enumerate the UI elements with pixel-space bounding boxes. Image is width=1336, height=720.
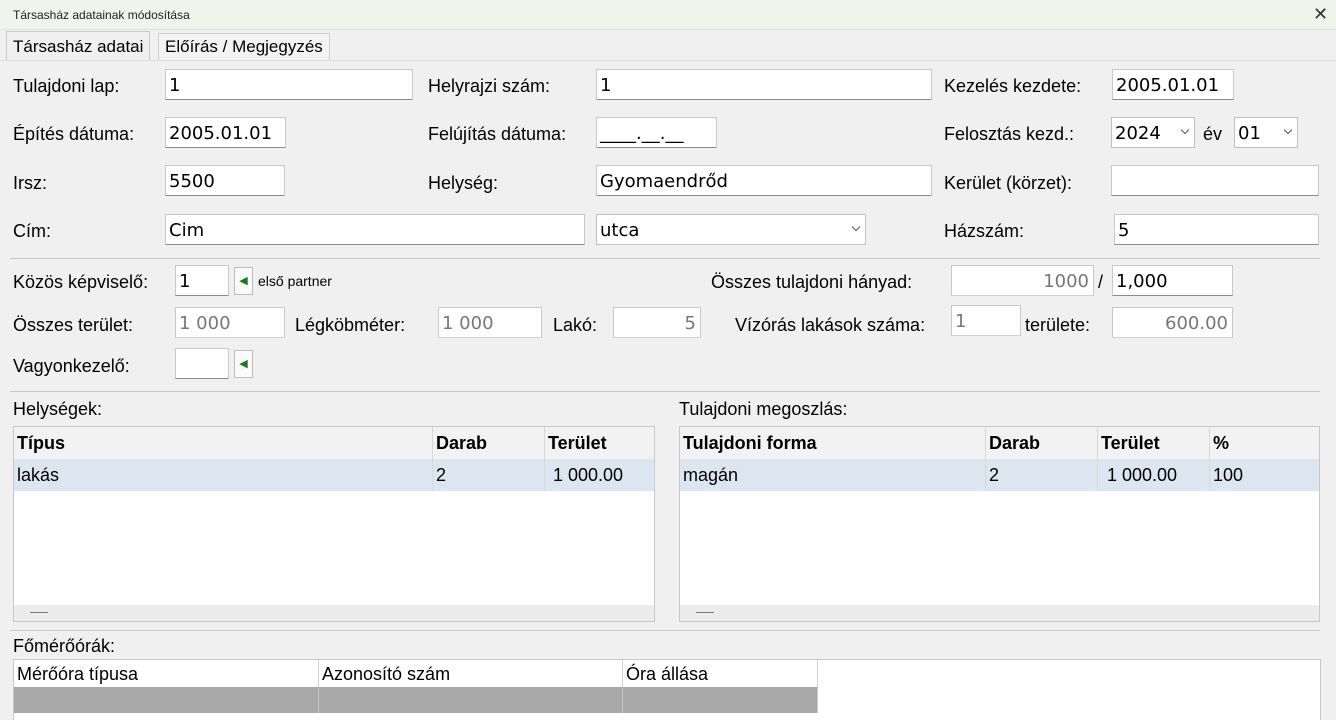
terulete-label: területe: [1025, 315, 1091, 335]
cim-input[interactable]: Cim [165, 214, 585, 245]
felosztas-month-value: 01 [1238, 123, 1261, 144]
vagyonkezelo-label: Vagyonkezelő: [13, 356, 130, 376]
tab-tarsashaz-adatai[interactable]: Társasház adatai [6, 31, 151, 61]
column-header-darab[interactable]: Darab [986, 427, 1098, 459]
grid-footer [14, 605, 654, 621]
helyrajzi-szam-label: Helyrajzi szám: [428, 76, 551, 96]
partner-label: első partner [258, 273, 332, 289]
hazszam-input[interactable]: 5 [1114, 214, 1319, 245]
helyseg-label: Helység: [428, 173, 499, 193]
column-header-percent[interactable]: % [1210, 427, 1319, 459]
tab-eloiras-megjegyzes[interactable]: Előírás / Megjegyzés [158, 33, 330, 60]
column-header-azonosito-szam[interactable]: Azonosító szám [319, 660, 623, 687]
helyrajzi-szam-input[interactable]: 1 [596, 69, 932, 100]
irsz-label: Irsz: [13, 173, 47, 193]
column-header-darab[interactable]: Darab [433, 427, 545, 459]
lako-value: 5 [613, 307, 701, 338]
column-header-terulet[interactable]: Terület [545, 427, 654, 459]
table-row[interactable] [14, 687, 319, 713]
kozos-kepviselo-input[interactable]: 1 [175, 265, 229, 296]
osszes-tulajdoni-hanyad-value: 1000 [951, 265, 1094, 296]
section-divider [10, 391, 1320, 392]
osszes-tulajdoni-hanyad-input[interactable]: 1,000 [1112, 265, 1233, 296]
tulajdoni-megoszlas-grid[interactable]: Tulajdoni forma Darab Terület % magán 2 … [679, 426, 1320, 622]
felosztas-month-select[interactable]: 01 [1234, 117, 1298, 148]
osszes-terulet-label: Összes terület: [13, 315, 134, 335]
helysegek-title: Helységek: [13, 399, 103, 419]
column-header-ora-allasa[interactable]: Óra állása [623, 660, 818, 687]
chevron-down-icon [851, 222, 861, 232]
cim-type-select[interactable]: utca [596, 214, 866, 245]
column-header-terulet[interactable]: Terület [1098, 427, 1210, 459]
felosztas-year-value: 2024 [1115, 123, 1161, 144]
lako-label: Lakó: [553, 315, 598, 335]
felosztas-kezd-label: Felosztás kezd.: [944, 124, 1075, 144]
vizoras-value: 1 [951, 305, 1021, 336]
terulete-value: 600.00 [1112, 307, 1233, 338]
kozos-kepviselo-label: Közös képviselő: [13, 272, 149, 292]
close-icon[interactable]: ✕ [1313, 4, 1328, 24]
column-header-tipus[interactable]: Típus [14, 427, 433, 459]
epites-datuma-input[interactable]: 2005.01.01 [165, 117, 286, 148]
kezeles-kezdete-label: Kezelés kezdete: [944, 76, 1082, 96]
ev-label: év [1203, 124, 1223, 144]
foemeroorak-grid[interactable]: Mérőóra típusa Azonosító szám Óra állása [13, 659, 1321, 720]
table-row-cell-forma[interactable]: magán [680, 459, 986, 491]
dash-icon [696, 612, 714, 613]
cim-type-value: utca [600, 220, 640, 241]
osszes-tulajdoni-hanyad-label: Összes tulajdoni hányad: [711, 272, 913, 292]
dash-icon [30, 612, 48, 613]
table-row-cell-terulet[interactable]: 1 000.00 [545, 459, 654, 491]
helysegek-grid[interactable]: Típus Darab Terület lakás 2 1 000.00 [13, 426, 655, 622]
legkobmeter-label: Légköbméter: [295, 315, 406, 335]
chevron-down-icon [1283, 125, 1293, 135]
table-row-cell-tipus[interactable]: lakás [14, 459, 433, 491]
cim-label: Cím: [13, 221, 51, 241]
helyseg-input[interactable]: Gyomaendrőd [596, 165, 932, 196]
table-row[interactable] [319, 687, 623, 713]
tulajdoni-megoszlas-title: Tulajdoni megoszlás: [679, 399, 848, 419]
arrow-left-icon[interactable]: ◀ [234, 350, 253, 378]
felujitas-datuma-label: Felújítás dátuma: [428, 124, 567, 144]
epites-datuma-label: Építés dátuma: [13, 124, 135, 144]
irsz-input[interactable]: 5500 [165, 165, 285, 196]
hazszam-label: Házszám: [944, 221, 1025, 241]
column-header-tulajdoni-forma[interactable]: Tulajdoni forma [680, 427, 986, 459]
tulajdoni-lap-label: Tulajdoni lap: [13, 76, 120, 96]
hanyad-separator: / [1098, 272, 1104, 292]
vizoras-label: Vízórás lakások száma: [735, 315, 926, 335]
kezeles-kezdete-input[interactable]: 2005.01.01 [1112, 69, 1234, 100]
table-row-cell-darab[interactable]: 2 [986, 459, 1098, 491]
table-row-cell-darab[interactable]: 2 [433, 459, 545, 491]
table-row-cell-percent[interactable]: 100 [1210, 459, 1319, 491]
window-title: Társasház adatainak módosítása [13, 8, 190, 22]
foemeroorak-title: Főmérőórák: [13, 636, 116, 656]
column-header-meroora-tipusa[interactable]: Mérőóra típusa [14, 660, 319, 687]
chevron-down-icon [1180, 125, 1190, 135]
section-divider [10, 258, 1320, 259]
legkobmeter-value: 1 000 [438, 307, 542, 338]
vagyonkezelo-input[interactable] [175, 348, 229, 379]
tulajdoni-lap-input[interactable]: 1 [165, 69, 413, 100]
tab-divider [0, 60, 1336, 61]
felosztas-year-select[interactable]: 2024 [1111, 117, 1195, 148]
kerulet-label: Kerület (körzet): [944, 173, 1073, 193]
title-bar [0, 0, 1336, 30]
kerulet-input[interactable] [1111, 165, 1319, 196]
osszes-terulet-value: 1 000 [175, 307, 285, 338]
table-row-cell-terulet[interactable]: 1 000.00 [1098, 459, 1210, 491]
felujitas-datuma-input[interactable]: ____.__.__ [596, 117, 717, 148]
grid-footer [680, 605, 1319, 621]
table-row[interactable] [623, 687, 818, 713]
section-divider [10, 630, 1320, 631]
arrow-left-icon[interactable]: ◀ [234, 267, 253, 295]
